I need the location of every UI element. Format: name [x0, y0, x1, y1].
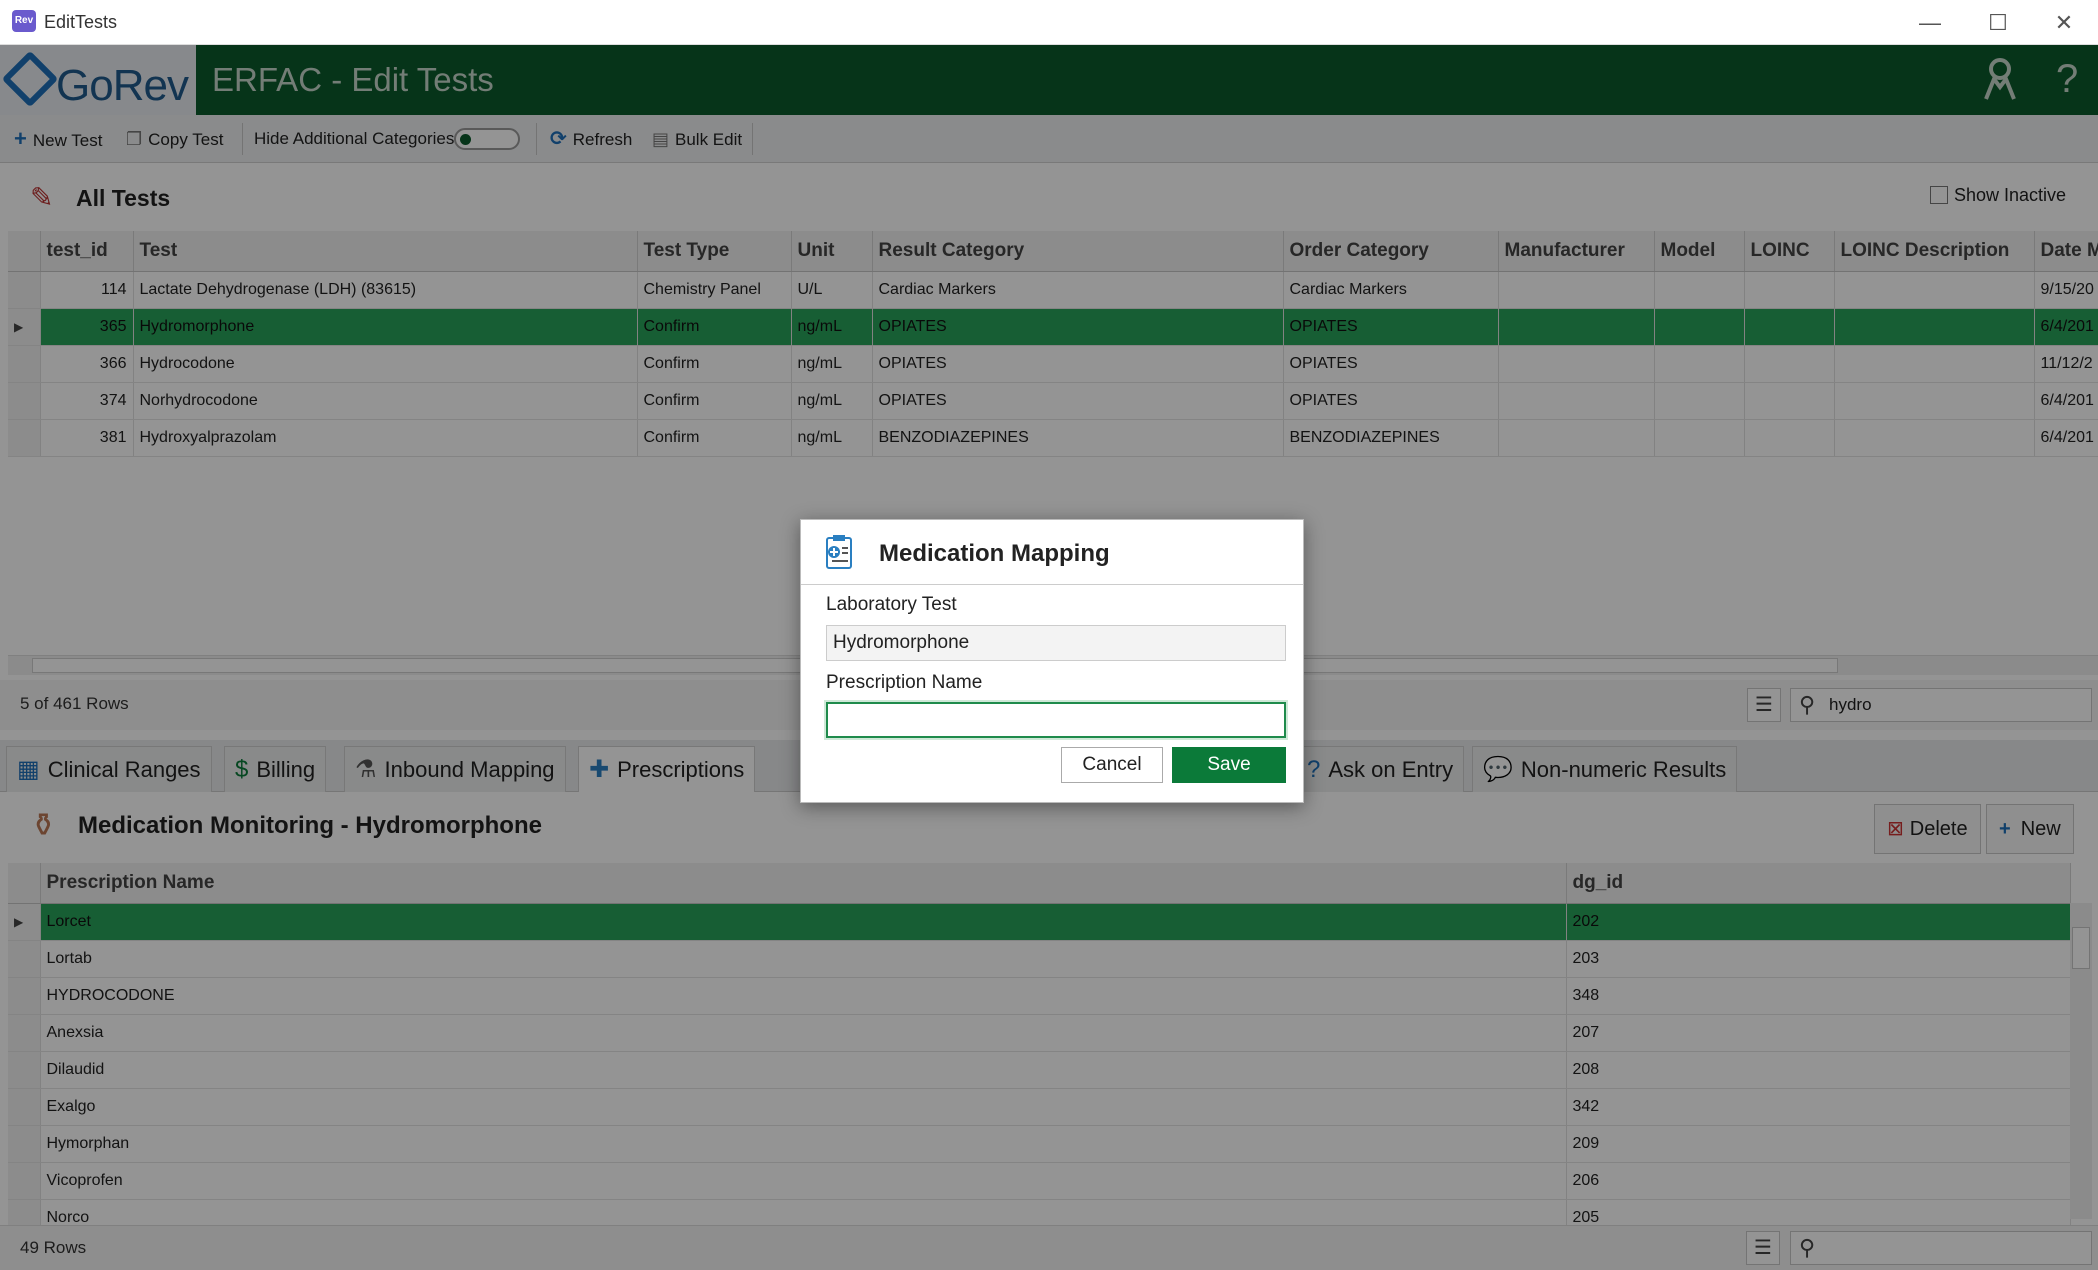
laboratory-test-label: Laboratory Test: [826, 594, 957, 615]
close-button[interactable]: ✕: [2030, 0, 2098, 45]
medication-mapping-dialog: Medication Mapping Laboratory Test Hydro…: [800, 519, 1304, 803]
app-icon: Rev: [12, 10, 36, 32]
save-button[interactable]: Save: [1172, 747, 1286, 783]
window-title: EditTests: [44, 12, 118, 32]
prescription-name-input[interactable]: [826, 702, 1286, 738]
maximize-button[interactable]: ☐: [1964, 0, 2032, 45]
cancel-button[interactable]: Cancel: [1061, 747, 1163, 783]
window-titlebar: Rev EditTests — ☐ ✕: [0, 0, 2098, 45]
minimize-button[interactable]: —: [1896, 0, 1964, 45]
dialog-divider: [801, 584, 1303, 585]
prescription-clipboard-icon: [823, 534, 857, 578]
laboratory-test-field: Hydromorphone: [826, 625, 1286, 661]
dialog-title: Medication Mapping: [879, 540, 1110, 567]
prescription-name-label: Prescription Name: [826, 672, 983, 693]
